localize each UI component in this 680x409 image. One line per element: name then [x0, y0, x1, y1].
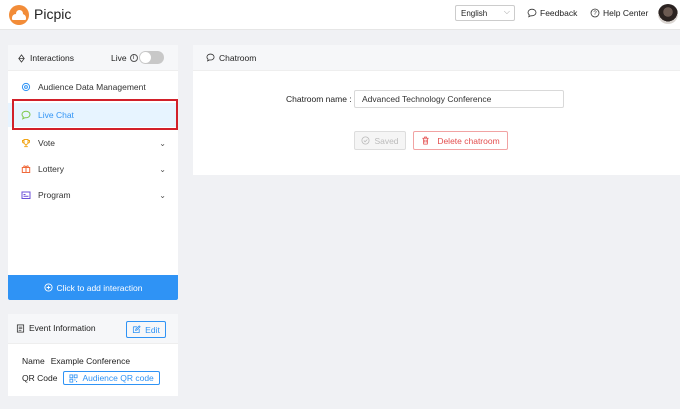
delete-chatroom-button[interactable]: Delete chatroom: [413, 131, 508, 150]
chatroom-panel: Chatroom Chatroom name : Saved Delete ch…: [193, 45, 680, 175]
gear-icon: [21, 82, 31, 92]
event-information-label: Event Information: [29, 323, 96, 333]
live-label: Live: [111, 53, 127, 63]
qr-code-row: QR Code Audience QR code: [22, 371, 160, 385]
sidebar-item-audience-data[interactable]: Audience Data Management: [8, 75, 178, 99]
event-information-title: Event Information: [16, 323, 96, 333]
live-label-group: Live i: [111, 53, 138, 63]
interactions-label: Interactions: [30, 53, 74, 63]
trophy-icon: [22, 139, 30, 148]
sidebar-item-lottery[interactable]: Lottery ⌄: [8, 157, 178, 181]
trash-icon: [422, 136, 429, 145]
edit-icon: [133, 325, 141, 334]
sidebar-item-label: Program: [38, 190, 71, 200]
chatroom-name-label: Chatroom name :: [286, 94, 352, 104]
sidebar-item-vote[interactable]: Vote ⌄: [8, 131, 178, 155]
edit-button[interactable]: Edit: [126, 321, 166, 338]
feedback-link[interactable]: Feedback: [527, 8, 577, 18]
qr-code-icon: [69, 373, 78, 383]
picpic-logo-icon[interactable]: [9, 5, 29, 25]
interactions-panel: Interactions Live i Audience Data Manage…: [8, 45, 178, 300]
add-interaction-label: Click to add interaction: [56, 282, 143, 293]
svg-text:?: ?: [593, 11, 597, 17]
brand-name[interactable]: Picpic: [34, 6, 71, 22]
event-name-label: Name: [22, 356, 45, 366]
chatroom-header: Chatroom: [193, 45, 680, 71]
event-information-panel: Event Information Edit Name Example Conf…: [8, 314, 178, 396]
audience-qr-code-label: Audience QR code: [82, 373, 154, 383]
check-circle-icon: [361, 136, 370, 145]
chevron-down-icon: ⌵: [503, 7, 510, 16]
chat-icon: [206, 53, 215, 62]
delete-chatroom-label: Delete chatroom: [437, 135, 500, 146]
audience-qr-code-button[interactable]: Audience QR code: [63, 371, 160, 385]
chatroom-name-input[interactable]: [354, 90, 564, 108]
feedback-icon: [527, 8, 537, 18]
selection-highlight: [12, 99, 178, 130]
saved-button[interactable]: Saved: [354, 131, 406, 150]
event-information-header: Event Information Edit: [8, 314, 178, 344]
event-name-row: Name Example Conference: [22, 356, 130, 366]
sidebar-item-program[interactable]: Program ⌄: [8, 183, 178, 207]
help-center-link[interactable]: ? Help Center: [590, 8, 648, 18]
add-interaction-button[interactable]: Click to add interaction: [8, 275, 178, 300]
top-header: Picpic English ⌵ Feedback ? Help Center: [0, 0, 680, 30]
interactions-title: Interactions: [17, 53, 74, 63]
edit-label: Edit: [145, 324, 160, 335]
sidebar-item-label: Audience Data Management: [38, 82, 146, 92]
document-icon: [16, 323, 25, 333]
sidebar-item-label: Vote: [38, 138, 56, 148]
event-name-value: Example Conference: [50, 356, 131, 366]
chevron-down-icon: ⌄: [159, 190, 166, 200]
feedback-label: Feedback: [540, 8, 578, 18]
gift-icon: [21, 165, 31, 173]
chevron-down-icon: ⌄: [159, 164, 166, 174]
live-toggle[interactable]: [139, 51, 164, 64]
plus-circle-icon: [43, 283, 53, 292]
help-center-label: Help Center: [603, 8, 649, 18]
interactions-icon: [18, 53, 25, 63]
sidebar-item-label: Lottery: [38, 164, 64, 174]
chevron-down-icon: ⌄: [159, 138, 166, 148]
saved-label: Saved: [374, 135, 399, 146]
info-icon[interactable]: i: [129, 54, 138, 62]
language-value: English: [461, 9, 488, 18]
qr-code-label: QR Code: [22, 373, 58, 383]
calendar-icon: [21, 191, 31, 199]
interactions-header: Interactions Live i: [8, 45, 178, 71]
chatroom-title: Chatroom: [219, 52, 257, 63]
language-select[interactable]: English ⌵: [455, 5, 515, 21]
user-avatar[interactable]: [658, 4, 678, 24]
help-icon: ?: [590, 8, 600, 18]
